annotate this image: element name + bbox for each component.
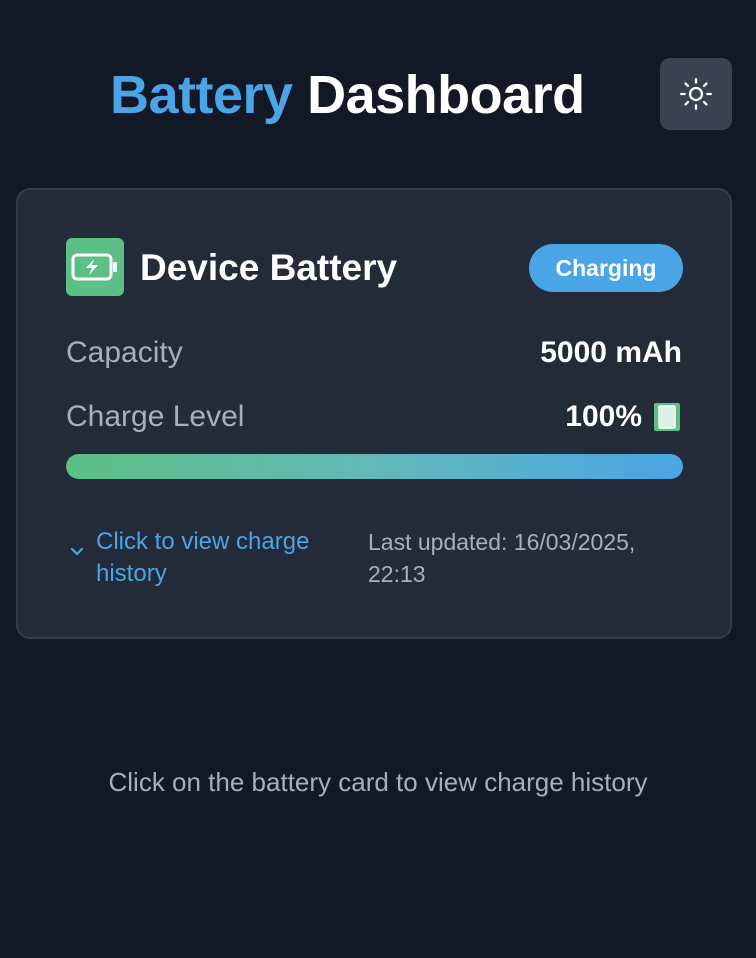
- view-history-label[interactable]: Click to view charge history: [96, 526, 344, 590]
- charge-progress-bar: [66, 454, 683, 479]
- sun-icon: [679, 77, 713, 111]
- charge-progress-fill: [66, 454, 683, 479]
- theme-toggle-button[interactable]: [660, 58, 732, 130]
- battery-full-icon: [654, 403, 680, 431]
- last-updated-text: Last updated: 16/03/2025, 22:13: [368, 529, 636, 587]
- capacity-value: 5000 mAh: [540, 336, 682, 369]
- page-title-main: Dashboard: [307, 65, 585, 125]
- battery-card[interactable]: Device Battery Charging Capacity 5000 mA…: [16, 188, 732, 639]
- chevron-down-icon: [70, 547, 84, 556]
- battery-dashboard-page: Battery Dashboard Device Battery Chargin…: [0, 0, 756, 958]
- page-title: Battery Dashboard: [110, 62, 585, 128]
- hint-text: Click on the battery card to view charge…: [108, 767, 648, 797]
- card-title: Device Battery: [140, 247, 398, 288]
- battery-charging-icon: [66, 238, 124, 296]
- status-badge: Charging: [529, 244, 683, 292]
- view-history-link[interactable]: Click to view charge history: [68, 526, 344, 590]
- charge-level-label: Charge Level: [66, 400, 245, 433]
- capacity-label: Capacity: [66, 336, 183, 369]
- page-title-accent: Battery: [110, 65, 293, 125]
- charge-level-value-group: 100%: [565, 399, 682, 435]
- charge-level-value: 100%: [565, 400, 642, 433]
